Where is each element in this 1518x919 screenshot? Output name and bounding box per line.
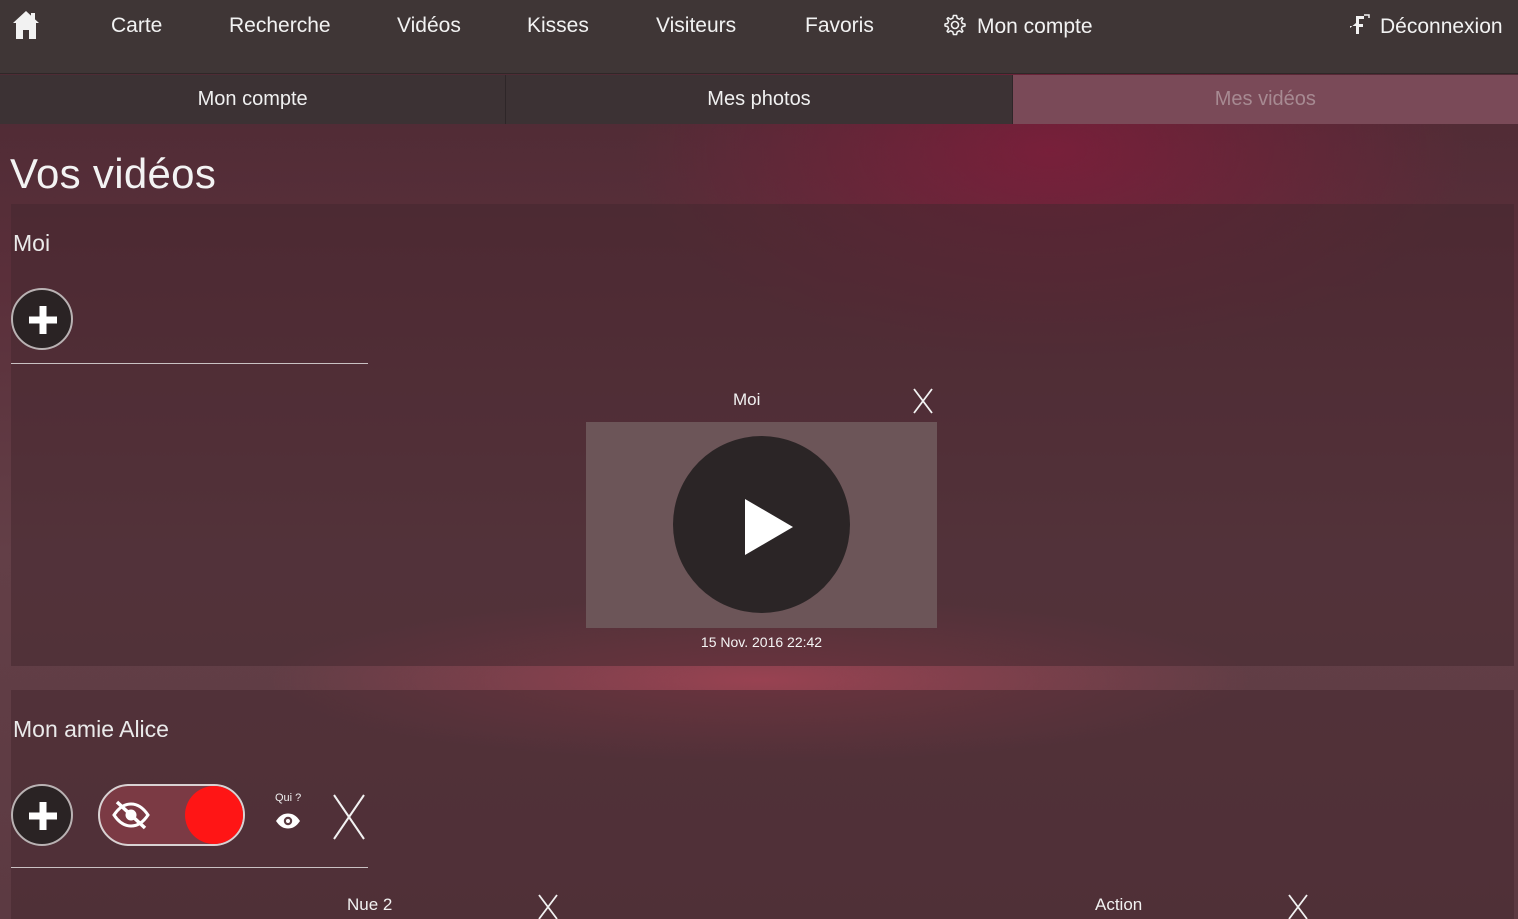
album-name: Moi bbox=[13, 230, 51, 256]
nav-item-visiteurs[interactable]: Visiteurs bbox=[656, 13, 736, 39]
nav-item-mon-compte[interactable]: Mon compte bbox=[943, 13, 1093, 44]
plus-icon bbox=[29, 306, 57, 334]
logout-label: Déconnexion bbox=[1380, 15, 1503, 38]
home-icon[interactable] bbox=[12, 10, 40, 42]
tab-label: Mes photos bbox=[707, 88, 811, 110]
nav-item-favoris[interactable]: Favoris bbox=[805, 13, 874, 39]
close-icon bbox=[333, 794, 365, 840]
nav-item-label: Favoris bbox=[805, 14, 874, 37]
eye-off-icon bbox=[112, 800, 150, 830]
privacy-toggle[interactable] bbox=[98, 784, 245, 846]
add-video-button[interactable] bbox=[11, 784, 73, 846]
toggle-knob bbox=[185, 786, 243, 844]
video-title: Moi bbox=[733, 390, 761, 409]
gear-icon bbox=[943, 13, 967, 44]
close-icon bbox=[538, 894, 558, 919]
tab-label: Mon compte bbox=[197, 88, 308, 110]
nav-item-label: Vidéos bbox=[397, 14, 461, 37]
nav-item-label: Visiteurs bbox=[656, 14, 737, 37]
plus-icon bbox=[29, 802, 57, 830]
nav-item-label: Kisses bbox=[527, 14, 589, 37]
nav-item-videos[interactable]: Vidéos bbox=[397, 13, 461, 39]
visibility-label: Qui ? bbox=[275, 792, 302, 804]
logout-icon bbox=[1348, 13, 1370, 44]
video-date: 15 Nov. 2016 22:42 bbox=[700, 634, 823, 650]
album-panel: Moi Moi 15 Nov. 2016 22:42 bbox=[11, 204, 1514, 666]
album-panel: Mon amie Alice Qui ? Nue 2 Action bbox=[11, 690, 1514, 919]
nav-item-recherche[interactable]: Recherche bbox=[229, 13, 331, 39]
delete-album-button[interactable] bbox=[332, 794, 366, 845]
play-icon bbox=[745, 499, 793, 555]
close-icon bbox=[913, 388, 933, 414]
top-navigation: Carte Recherche Vidéos Kisses Visiteurs … bbox=[0, 0, 1518, 74]
nav-item-label: Carte bbox=[111, 14, 163, 37]
nav-item-label: Recherche bbox=[229, 14, 331, 37]
video-title: Action bbox=[1095, 895, 1143, 914]
tab-label: Mes vidéos bbox=[1214, 88, 1316, 110]
tab-mes-photos[interactable]: Mes photos bbox=[506, 75, 1013, 124]
tab-mes-videos[interactable]: Mes vidéos bbox=[1012, 75, 1518, 124]
close-icon bbox=[1288, 894, 1308, 919]
divider bbox=[11, 363, 368, 364]
nav-item-kisses[interactable]: Kisses bbox=[527, 13, 589, 39]
delete-video-button[interactable] bbox=[912, 388, 934, 419]
logout-button[interactable]: Déconnexion bbox=[1348, 13, 1503, 44]
eye-icon bbox=[276, 813, 300, 829]
nav-item-label: Mon compte bbox=[977, 15, 1093, 38]
album-name: Mon amie Alice bbox=[13, 716, 169, 742]
video-thumbnail[interactable] bbox=[586, 422, 937, 628]
play-button[interactable] bbox=[673, 436, 850, 613]
add-video-button[interactable] bbox=[11, 288, 73, 350]
account-subtabs: Mon compte Mes photos Mes vidéos bbox=[0, 75, 1518, 124]
delete-video-button[interactable] bbox=[1287, 894, 1309, 919]
who-can-see-button[interactable] bbox=[275, 812, 301, 835]
video-title: Nue 2 bbox=[347, 895, 393, 914]
page-title: Vos vidéos bbox=[10, 150, 217, 197]
delete-video-button[interactable] bbox=[537, 894, 559, 919]
nav-item-carte[interactable]: Carte bbox=[111, 13, 162, 39]
divider bbox=[11, 867, 368, 868]
tab-mon-compte[interactable]: Mon compte bbox=[0, 75, 507, 124]
